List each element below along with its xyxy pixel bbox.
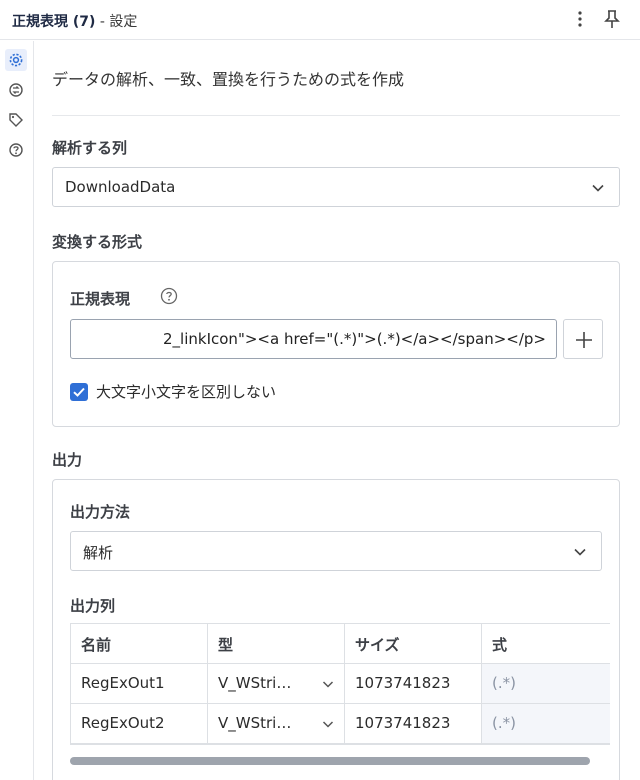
add-button[interactable] — [563, 319, 603, 359]
regex-label: 正規表現 — [70, 290, 131, 308]
help-icon[interactable] — [5, 139, 27, 161]
parse-column-label: 解析する列 — [52, 139, 128, 157]
panel-header: 正規表現 (7) - 設定 — [0, 0, 640, 40]
horizontal-scrollbar[interactable] — [70, 757, 610, 765]
pin-icon[interactable] — [603, 9, 621, 29]
table-cell-size[interactable]: 1073741823 — [345, 704, 482, 744]
output-section-label: 出力 — [52, 451, 83, 469]
chevron-down-icon — [322, 681, 334, 688]
tag-icon[interactable] — [5, 109, 27, 131]
panel-subtitle: - 設定 — [95, 14, 138, 30]
table-cell-expression: (.*) — [482, 664, 610, 704]
format-section-label: 変換する形式 — [52, 233, 143, 251]
type-value: V_WStri… — [218, 714, 292, 732]
parse-column-select[interactable]: DownloadData — [52, 167, 620, 207]
scrollbar-thumb[interactable] — [70, 757, 590, 765]
table-cell-name[interactable]: RegExOut1 — [71, 664, 208, 704]
connection-icon[interactable] — [5, 79, 27, 101]
output-columns-table: 名前 型 サイズ 式 RegExOut1 V_WStri… 1073741823… — [70, 623, 610, 745]
column-header-type: 型 — [208, 624, 345, 664]
chevron-down-icon — [322, 721, 334, 728]
panel-title: 正規表現 (7) - 設定 — [12, 11, 137, 31]
table-cell-type[interactable]: V_WStri… — [208, 664, 345, 704]
parse-column-value: DownloadData — [65, 178, 176, 196]
plus-icon — [576, 332, 592, 348]
table-cell-name[interactable]: RegExOut2 — [71, 704, 208, 744]
output-method-select[interactable]: 解析 — [70, 531, 602, 571]
side-rail — [0, 41, 34, 780]
chevron-down-icon — [592, 184, 604, 192]
case-insensitive-label[interactable]: 大文字小文字を区別しない — [96, 381, 276, 402]
divider — [52, 115, 620, 116]
column-header-name: 名前 — [71, 624, 208, 664]
regex-input-value: 2_linkIcon"><a href="(.*)">(.*)</a></spa… — [163, 330, 546, 348]
column-header-expression: 式 — [482, 624, 610, 664]
case-insensitive-checkbox[interactable] — [70, 383, 88, 401]
checkmark-icon — [73, 387, 85, 397]
table-cell-size[interactable]: 1073741823 — [345, 664, 482, 704]
chevron-down-icon — [574, 548, 586, 556]
kebab-icon[interactable] — [573, 8, 587, 30]
help-icon[interactable] — [160, 287, 178, 305]
tool-name: 正規表現 (7) — [12, 14, 96, 30]
output-columns-label: 出力列 — [70, 597, 116, 615]
type-value: V_WStri… — [218, 674, 292, 692]
table-cell-expression: (.*) — [482, 704, 610, 744]
tool-description: データの解析、一致、置換を行うための式を作成 — [52, 70, 405, 89]
settings-content: データの解析、一致、置換を行うための式を作成 解析する列 DownloadDat… — [34, 41, 640, 780]
output-method-value: 解析 — [83, 544, 114, 562]
gear-icon[interactable] — [5, 49, 27, 71]
column-header-size: サイズ — [345, 624, 482, 664]
output-method-label: 出力方法 — [70, 503, 131, 521]
regex-input[interactable]: 2_linkIcon"><a href="(.*)">(.*)</a></spa… — [70, 319, 557, 359]
table-cell-type[interactable]: V_WStri… — [208, 704, 345, 744]
